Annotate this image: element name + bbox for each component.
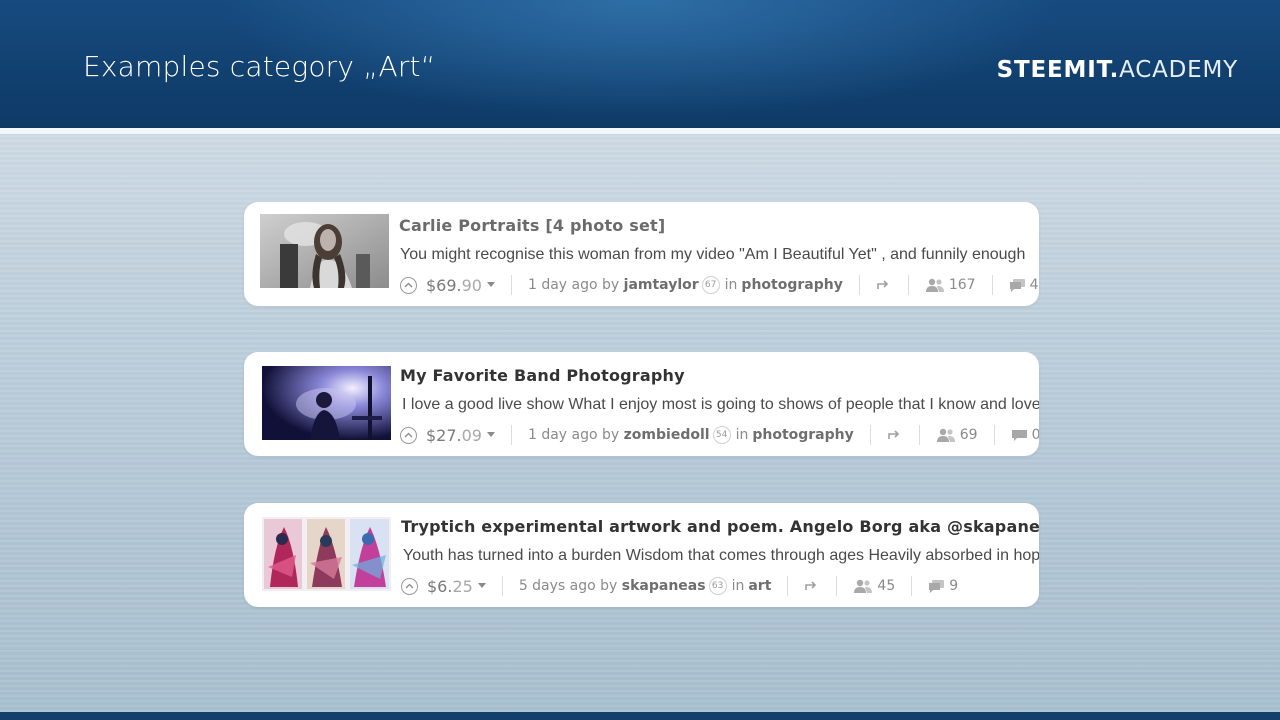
upvote-icon[interactable] — [401, 577, 418, 595]
meta-divider — [501, 576, 503, 596]
post-meta: $27.09 1 day ago by zombiedoll 54 in pho… — [400, 424, 1039, 446]
post-card[interactable]: Carlie Portraits [4 photo set] You might… — [244, 202, 1039, 306]
payout-amount[interactable]: $69.90 — [426, 276, 482, 295]
author-link[interactable]: skapaneas — [622, 578, 706, 594]
author-link[interactable]: jamtaylor — [624, 277, 699, 293]
meta-divider — [787, 576, 789, 596]
post-title[interactable]: Carlie Portraits [4 photo set] — [399, 216, 665, 235]
post-time: 1 day ago by — [527, 277, 620, 293]
comments-count: 9 — [949, 578, 959, 594]
meta-divider — [918, 425, 920, 445]
upvote-icon[interactable] — [400, 426, 417, 444]
brand-logo: STEEMIT.ACADEMY — [997, 57, 1238, 83]
post-time: 5 days ago by — [518, 578, 618, 594]
meta-divider — [510, 275, 512, 295]
comments-icon[interactable] — [928, 579, 945, 593]
author-reputation: 67 — [701, 276, 720, 294]
slide-title: Examples category „Art“ — [83, 50, 436, 83]
category-link[interactable]: photography — [741, 277, 842, 293]
concert-photo-image — [262, 366, 391, 440]
caret-down-icon[interactable] — [486, 281, 495, 287]
payout-cents: 90 — [461, 275, 482, 295]
post-thumbnail[interactable] — [260, 214, 389, 288]
meta-divider — [907, 275, 909, 295]
comments-count: 0 — [1031, 427, 1039, 443]
payout-cents: 09 — [461, 425, 482, 445]
comments-count: 4 — [1029, 277, 1039, 293]
post-title[interactable]: Tryptich experimental artwork and poem. … — [401, 517, 1039, 536]
post-meta: $6.25 5 days ago by skapaneas 63 in art … — [401, 575, 958, 597]
portrait-photo-image — [260, 214, 389, 288]
payout-cents: 25 — [452, 576, 473, 596]
payout-main: $27. — [426, 425, 462, 445]
payout-main: $69. — [426, 275, 462, 295]
post-title[interactable]: My Favorite Band Photography — [400, 366, 685, 385]
reblog-icon[interactable] — [804, 580, 820, 592]
meta-divider — [510, 425, 512, 445]
meta-divider — [991, 275, 993, 295]
brand-logo-strong: STEEMIT. — [996, 57, 1120, 83]
post-summary[interactable]: You might recognise this woman from my v… — [400, 246, 1039, 264]
slide-header: Examples category „Art“ STEEMIT.ACADEMY — [0, 0, 1280, 128]
post-meta: $69.90 1 day ago by jamtaylor 67 in phot… — [400, 274, 1038, 296]
category-prefix: in — [724, 277, 738, 293]
category-link[interactable]: photography — [752, 427, 853, 443]
payout-amount[interactable]: $27.09 — [426, 426, 482, 445]
voters-icon[interactable] — [936, 428, 956, 442]
meta-divider — [836, 576, 838, 596]
caret-down-icon[interactable] — [486, 431, 495, 437]
voters-count: 45 — [877, 578, 896, 594]
slide-footer-bar — [0, 712, 1280, 720]
voters-count: 167 — [948, 277, 976, 293]
post-summary[interactable]: Youth has turned into a burden Wisdom th… — [403, 547, 1039, 565]
post-thumbnail[interactable] — [262, 366, 391, 440]
post-time: 1 day ago by — [527, 427, 620, 443]
author-link[interactable]: zombiedoll — [624, 427, 710, 443]
voters-count: 69 — [959, 427, 978, 443]
author-reputation: 54 — [712, 426, 731, 444]
voters-icon[interactable] — [853, 579, 873, 593]
author-reputation: 63 — [708, 577, 727, 595]
reblog-icon[interactable] — [887, 429, 903, 441]
upvote-icon[interactable] — [400, 276, 417, 294]
comments-icon[interactable] — [1011, 429, 1028, 442]
payout-main: $6. — [427, 576, 453, 596]
post-card[interactable]: My Favorite Band Photography I love a go… — [244, 352, 1039, 456]
caret-down-icon[interactable] — [477, 582, 486, 588]
header-divider — [0, 128, 1280, 134]
post-summary[interactable]: I love a good live show What I enjoy mos… — [402, 396, 1039, 414]
payout-amount[interactable]: $6.25 — [427, 577, 473, 596]
meta-divider — [869, 425, 871, 445]
meta-divider — [858, 275, 860, 295]
voters-icon[interactable] — [925, 278, 945, 292]
post-thumbnail[interactable] — [262, 517, 391, 591]
category-link[interactable]: art — [748, 578, 771, 594]
triptych-artwork-image — [262, 517, 391, 591]
brand-logo-light: ACADEMY — [1119, 57, 1238, 83]
post-card[interactable]: Tryptich experimental artwork and poem. … — [244, 503, 1039, 607]
comments-icon[interactable] — [1009, 278, 1026, 292]
meta-divider — [993, 425, 995, 445]
meta-divider — [911, 576, 913, 596]
category-prefix: in — [731, 578, 745, 594]
reblog-icon[interactable] — [876, 279, 892, 291]
category-prefix: in — [735, 427, 749, 443]
